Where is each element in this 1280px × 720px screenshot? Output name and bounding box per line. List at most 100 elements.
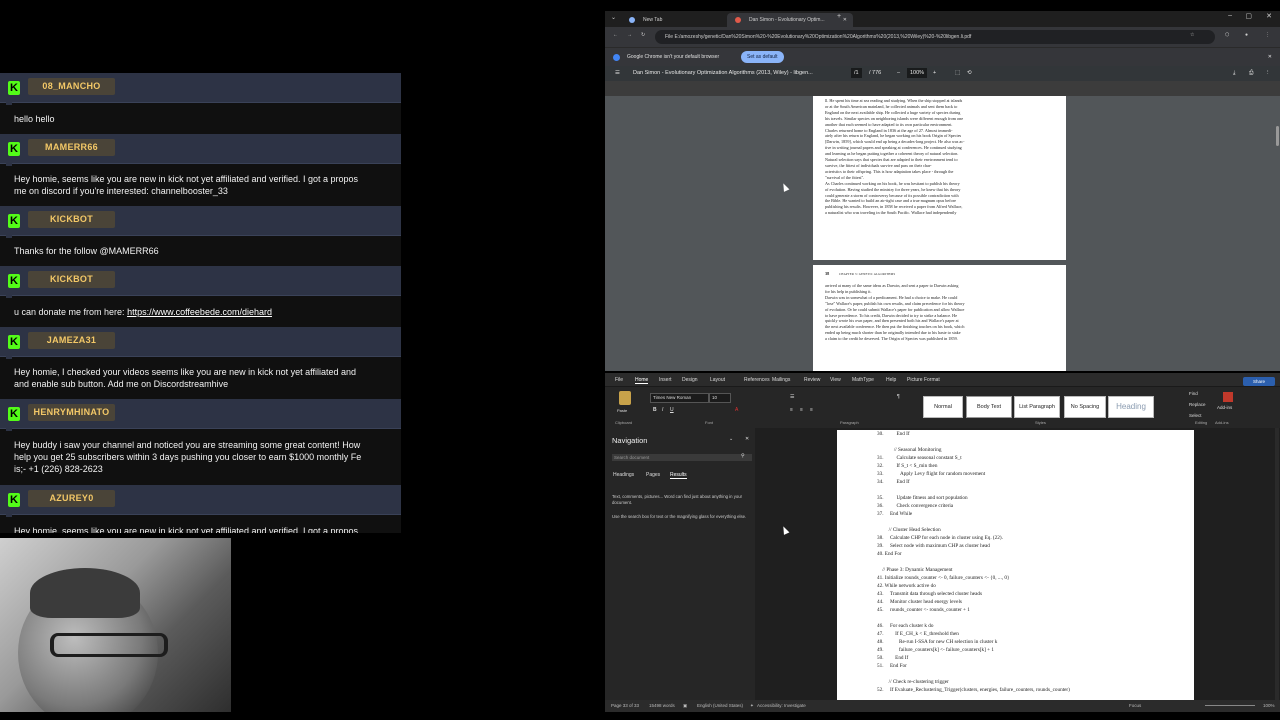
bookmark-star-icon[interactable]: ☆ [1190,32,1194,38]
mouse-cursor-icon [780,525,790,535]
document-area[interactable]: 30. End If // Seasonal Monitoring 31. Cal… [755,428,1280,702]
ribbon-tab-mathtype[interactable]: MathType [852,377,874,383]
style-no-spacing[interactable]: No Spacing [1064,396,1106,418]
status-zoom[interactable]: 100% [1263,700,1275,712]
nav-search-input[interactable]: Search document [612,454,752,461]
ribbon-tab-review[interactable]: Review [804,377,820,383]
ribbon-tab-layout[interactable]: Layout [710,377,725,383]
replace-button[interactable]: Replace [1189,402,1206,407]
ribbon-tab-picture-format[interactable]: Picture Format [907,377,940,383]
align-right-icon[interactable]: ≡ [810,407,813,413]
status-focus[interactable]: Focus [1129,700,1141,712]
default-browser-infobar: Google Chrome isn't your default browser… [605,47,1280,66]
font-name-field[interactable]: Times New Roman [650,393,709,403]
ribbon-tab-mailings[interactable]: Mailings [772,377,790,383]
menu-icon[interactable]: ⋮ [1265,32,1270,38]
proofing-icon[interactable]: ▣ [683,700,687,712]
download-icon[interactable]: ⤓ [1233,66,1235,81]
underline-button[interactable]: U [670,407,674,413]
search-icon[interactable]: ⚲ [741,453,745,459]
status-language[interactable]: English (United States) [697,700,743,712]
rotate-icon[interactable]: ⟲ [967,66,972,81]
find-button[interactable]: Find [1189,391,1198,396]
status-words[interactable]: 15498 words [649,700,675,712]
chat-username[interactable]: 08_MANCHO [28,78,115,95]
close-icon[interactable]: ✕ [1268,48,1272,66]
document-page[interactable]: 30. End If // Seasonal Monitoring 31. Cal… [837,430,1194,702]
bold-button[interactable]: B [653,407,657,413]
nav-tab-pages[interactable]: Pages [646,472,660,478]
chat-username[interactable]: KICKBOT [28,211,115,228]
chat-message-text: Hey homie, I checked your videos seems l… [0,357,401,399]
chat-line-text: u can donate me from here: [14,306,128,317]
nav-tab-headings[interactable]: Headings [613,472,634,478]
zoom-slider[interactable] [1205,705,1255,706]
ribbon-tab-references[interactable]: References [744,377,770,383]
scrollbar[interactable] [1276,126,1279,146]
zoom-out-icon[interactable]: – [897,66,900,81]
more-icon[interactable]: ⋮ [1265,66,1271,81]
pilcrow-icon[interactable]: ¶ [897,394,900,400]
italic-button[interactable]: I [662,407,663,413]
set-default-button[interactable]: Set as default [741,51,784,63]
tab-search-icon[interactable]: ⌄ [611,14,616,21]
select-button[interactable]: Select [1189,413,1202,418]
chat-username[interactable]: KICKBOT [28,271,115,288]
status-page[interactable]: Page 33 of 33 [611,700,639,712]
chat-username[interactable]: JAMEZA31 [28,332,115,349]
nav-tab-results[interactable]: Results [670,472,687,479]
tab-pdf[interactable]: Dan Simon - Evolutionary Optim... ✕ [727,13,853,27]
ribbon-tab-view[interactable]: View [830,377,841,383]
chat-message-header: K HENRYMHINATO [0,399,401,431]
status-accessibility[interactable]: Accessibility: Investigate [757,700,806,712]
print-icon[interactable]: ⎙ [1249,66,1253,81]
ribbon-tab-insert[interactable]: Insert [659,377,672,383]
maximize-icon[interactable]: ▢ [1245,12,1252,20]
new-tab-icon[interactable]: + [837,13,841,20]
style-normal[interactable]: Normal [923,396,963,418]
ribbon-tab-help[interactable]: Help [886,377,896,383]
close-icon[interactable]: ✕ [843,13,847,27]
window-close-icon[interactable]: ✕ [1266,12,1272,20]
nav-options-icon[interactable]: ⌄ [729,436,733,442]
donate-link[interactable]: https://www.coffeebede.com/diehard [127,307,272,317]
chat-username[interactable]: HENRYMHINATO [28,404,115,421]
chat-message-header: K AZUREY0 [0,485,401,517]
reload-icon[interactable]: ↻ [641,32,645,38]
pdf-viewport[interactable]: ll. He spent his time at sea reading and… [605,96,1280,371]
align-left-icon[interactable]: ≡ [790,407,793,413]
zoom-level[interactable]: 100% [907,68,928,78]
fit-page-icon[interactable]: ⬚ [955,66,960,81]
bullets-icon[interactable]: ☰ [790,394,794,400]
minimize-icon[interactable]: – [1228,12,1232,19]
scrollbar[interactable] [1275,428,1279,700]
align-center-icon[interactable]: ≡ [800,407,803,413]
zoom-in-icon[interactable]: + [933,66,936,81]
font-size-field[interactable]: 10 [709,393,731,403]
style-heading[interactable]: Heading [1108,396,1154,418]
hamburger-icon[interactable]: ☰ [615,66,620,81]
page-number-input[interactable]: /1 [851,68,862,78]
nav-close-icon[interactable]: ✕ [745,436,749,442]
forward-icon[interactable]: → [627,32,632,38]
ribbon-tab-design[interactable]: Design [682,377,698,383]
chat-username[interactable]: MAMERR66 [28,139,115,156]
kick-logo-icon: K [8,493,20,507]
url-field[interactable]: File E:/amozeshy/genetic/Dan%20Simon%20-… [655,30,1215,44]
font-color-icon[interactable]: A [735,407,738,413]
ribbon-group-label: Styles [1035,420,1046,425]
extensions-icon[interactable]: ⬡ [1225,32,1229,38]
chat-username[interactable]: AZUREY0 [28,490,115,507]
ribbon-tab-home[interactable]: Home [635,377,649,384]
style-body-text[interactable]: Body Text [966,396,1012,418]
profile-icon[interactable]: ● [1245,32,1248,38]
share-button[interactable]: Share [1243,377,1275,386]
status-bar: Page 33 of 33 15498 words ▣ English (Uni… [605,700,1280,712]
back-icon[interactable]: ← [613,32,618,38]
ribbon-tab-file[interactable]: File [615,377,623,383]
paste-icon[interactable] [619,391,631,405]
addins-icon[interactable] [1223,392,1233,402]
style-list-paragraph[interactable]: List Paragraph [1014,396,1060,418]
